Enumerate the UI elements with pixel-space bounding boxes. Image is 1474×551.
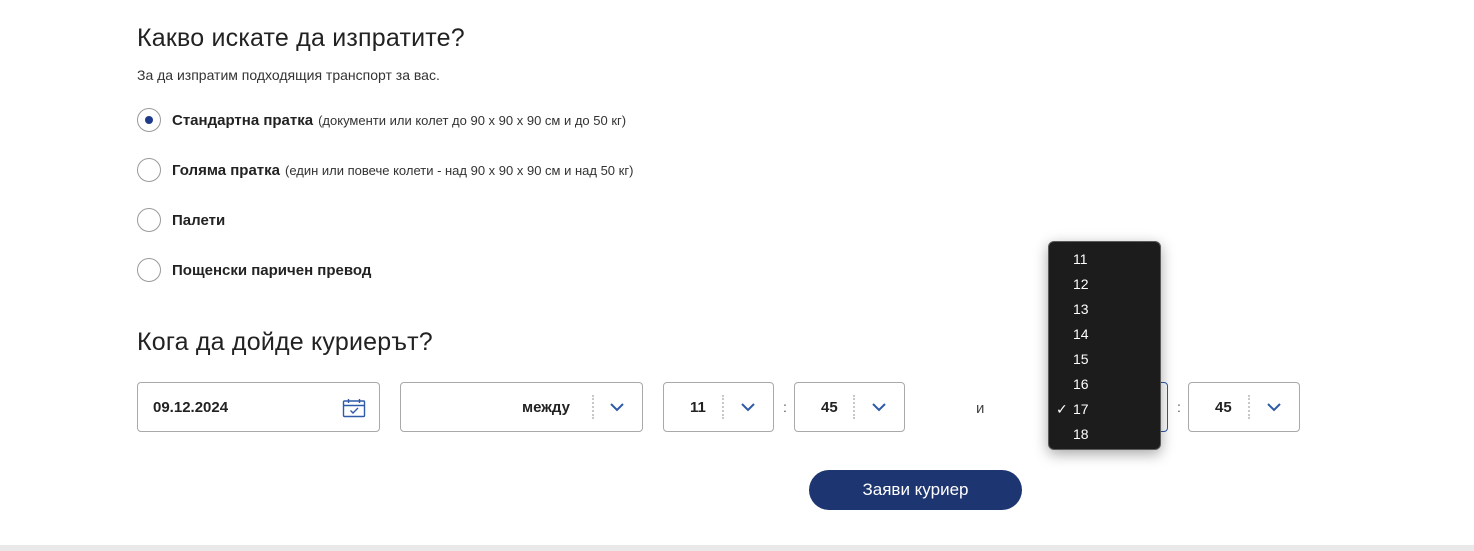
select-divider	[1248, 395, 1250, 419]
to-minute-select[interactable]: 45	[1188, 382, 1300, 432]
dropdown-option-selected[interactable]: 17	[1073, 401, 1089, 417]
footer-divider	[0, 545, 1474, 551]
dropdown-option[interactable]: 14	[1073, 326, 1089, 342]
and-label: и	[976, 400, 985, 417]
chevron-down-icon[interactable]	[1267, 402, 1281, 412]
radio-selected-dot	[145, 116, 153, 124]
radio-button[interactable]	[137, 158, 161, 182]
select-divider	[592, 395, 594, 419]
dropdown-option[interactable]: 11	[1073, 251, 1088, 267]
radio-label: Стандартна пратка	[172, 111, 314, 129]
shipment-subtitle: За да изпратим подходящия транспорт за в…	[137, 67, 440, 83]
radio-button[interactable]	[137, 208, 161, 232]
dropdown-option[interactable]: 13	[1073, 301, 1089, 317]
radio-label: Палети	[172, 211, 226, 229]
radio-label: Голяма пратка	[172, 161, 280, 179]
range-mode-value: между	[522, 399, 570, 416]
from-minute-select[interactable]: 45	[794, 382, 905, 432]
chevron-down-icon[interactable]	[610, 402, 624, 412]
dropdown-option[interactable]: 18	[1073, 426, 1089, 442]
courier-title: Кога да дойде куриерът?	[137, 328, 433, 356]
select-divider	[853, 395, 855, 419]
select-divider	[722, 395, 724, 419]
request-courier-button[interactable]: Заяви куриер	[809, 470, 1022, 510]
time-colon: :	[1177, 399, 1181, 415]
radio-option-money-transfer[interactable]: Пощенски паричен превод	[137, 257, 371, 283]
to-minute-value: 45	[1215, 399, 1232, 416]
radio-option-large[interactable]: Голяма пратка (един или повече колети - …	[137, 157, 633, 183]
chevron-down-icon[interactable]	[741, 402, 755, 412]
date-value: 09.12.2024	[153, 399, 229, 416]
radio-label: Пощенски паричен превод	[172, 261, 372, 279]
radio-option-standard[interactable]: Стандартна пратка (документи или колет д…	[137, 107, 626, 133]
date-field[interactable]: 09.12.2024	[137, 382, 380, 432]
range-mode-select[interactable]: между	[400, 382, 643, 432]
hour-dropdown-list[interactable]: 11 12 13 14 15 16 ✓ 17 18	[1048, 241, 1161, 450]
radio-button[interactable]	[137, 258, 161, 282]
from-hour-value: 11	[690, 399, 706, 416]
from-hour-select[interactable]: 11	[663, 382, 774, 432]
dropdown-option[interactable]: 15	[1073, 351, 1089, 367]
radio-button[interactable]	[137, 108, 161, 132]
chevron-down-icon[interactable]	[872, 402, 886, 412]
time-colon: :	[783, 399, 787, 415]
calendar-icon[interactable]	[342, 398, 366, 418]
radio-hint: (документи или колет до 90 х 90 х 90 см …	[318, 112, 627, 128]
dropdown-option[interactable]: 12	[1073, 276, 1089, 292]
dropdown-option[interactable]: 16	[1073, 376, 1089, 392]
from-minute-value: 45	[821, 399, 838, 416]
radio-hint: (един или повече колети - над 90 х 90 х …	[285, 162, 634, 178]
radio-option-pallets[interactable]: Палети	[137, 207, 225, 233]
checkmark-icon: ✓	[1056, 401, 1068, 417]
shipment-title: Какво искате да изпратите?	[137, 24, 465, 52]
